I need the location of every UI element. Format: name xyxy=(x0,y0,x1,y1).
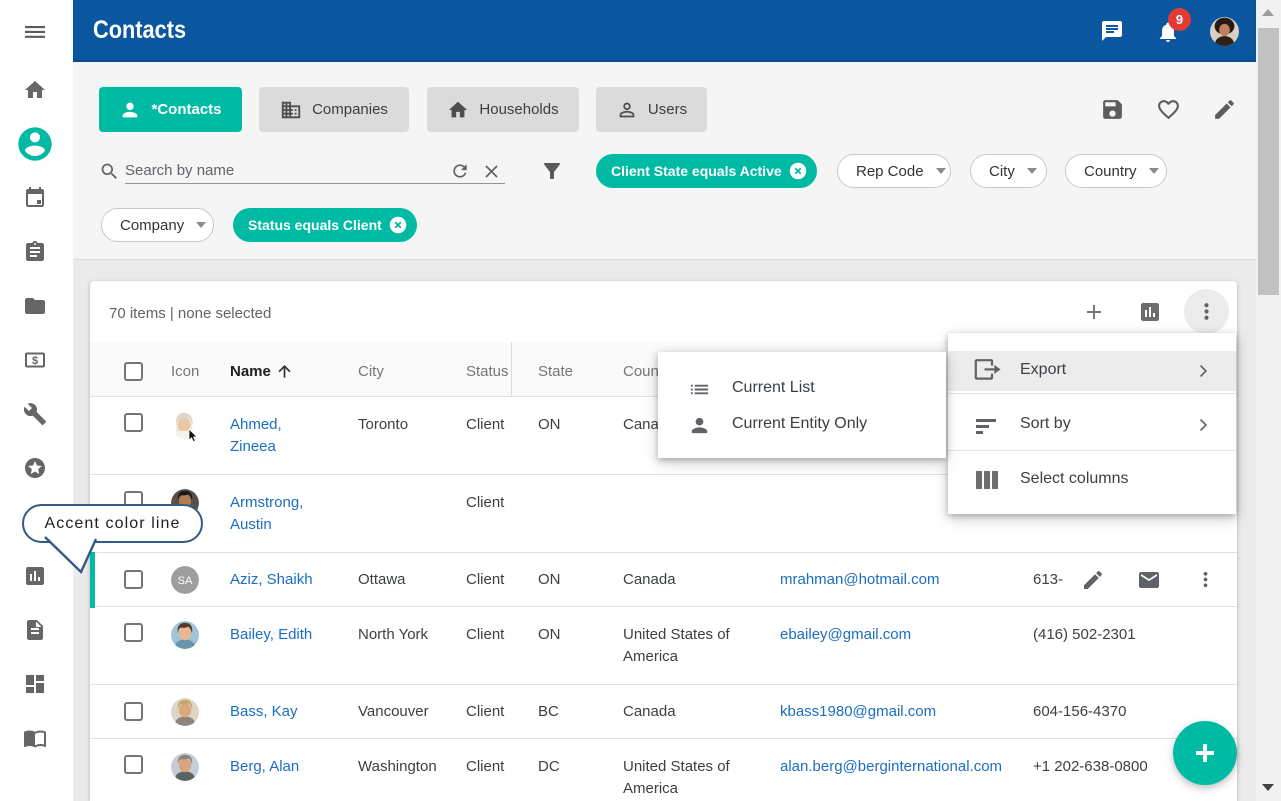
svg-text:$: $ xyxy=(32,355,38,367)
svg-text:SA: SA xyxy=(178,575,193,587)
